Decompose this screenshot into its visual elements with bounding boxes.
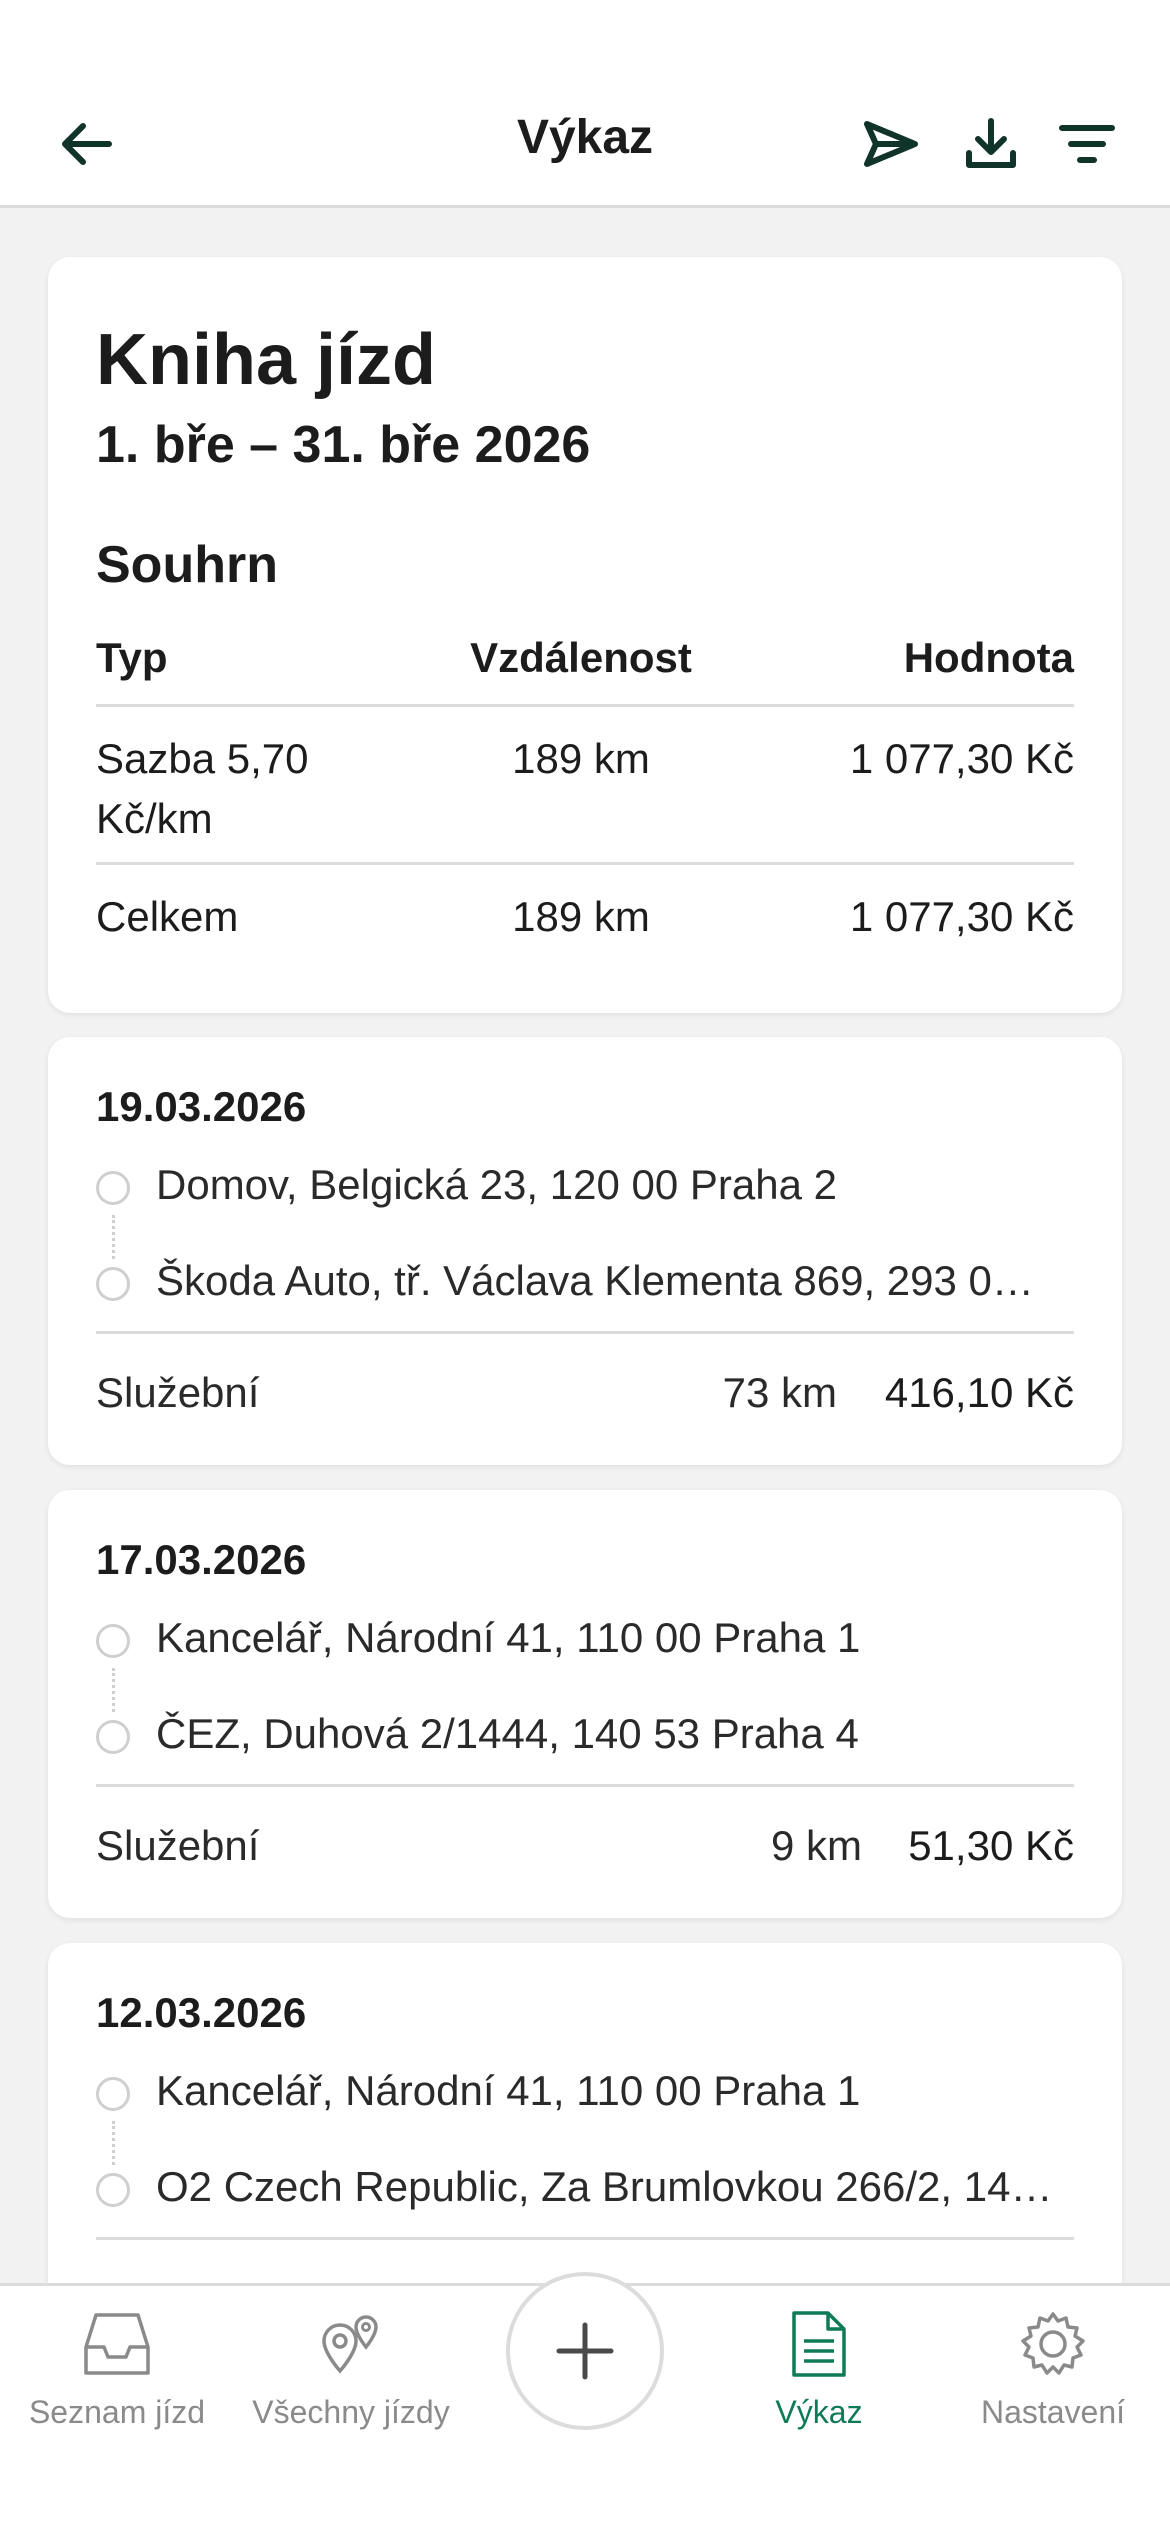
- origin-address: Kancelář, Národní 41, 110 00 Praha 1: [156, 2067, 861, 2114]
- trip-origin: Kancelář, Národní 41, 110 00 Praha 1: [96, 2059, 1056, 2123]
- nav-label: Nastavení: [980, 2394, 1126, 2430]
- column-header-type: Typ: [96, 634, 168, 681]
- origin-marker-icon: [96, 1171, 130, 1205]
- destination-address: O2 Czech Republic, Za Brumlovkou 266/2, …: [156, 2163, 1056, 2210]
- trip-distance: 9 km: [770, 1822, 862, 1869]
- map-pins-icon: [322, 2315, 378, 2374]
- summary-type-cell: Celkem: [96, 893, 239, 940]
- trip-date: 17.03.2026: [96, 1536, 307, 1583]
- nav-item-settings[interactable]: Nastavení: [936, 2304, 1170, 2444]
- divider: [96, 2237, 1074, 2240]
- download-icon: [966, 118, 1016, 168]
- inbox-tray-icon: [84, 2313, 150, 2375]
- origin-address: Kancelář, Národní 41, 110 00 Praha 1: [156, 1614, 861, 1661]
- trip-distance: 73 km: [722, 1369, 837, 1416]
- trip-destination: ČEZ, Duhová 2/1444, 140 53 Praha 4: [96, 1702, 1056, 1766]
- divider: [96, 1784, 1074, 1787]
- top-app-bar: Výkaz: [0, 80, 1170, 208]
- trip-kind: Služební: [96, 1822, 260, 1869]
- add-trip-button[interactable]: [506, 2272, 664, 2430]
- summary-value-cell: 1 077,30 Kč: [849, 893, 1074, 940]
- nav-label: Seznam jízd: [28, 2394, 206, 2430]
- nav-item-report[interactable]: Výkaz: [702, 2304, 936, 2444]
- bottom-navigation: Seznam jízd Všechny jízdy Výkaz Nastaven…: [0, 2272, 1170, 2532]
- nav-label: Výkaz: [775, 2394, 863, 2430]
- origin-marker-icon: [96, 2077, 130, 2111]
- trip-destination: Škoda Auto, tř. Václava Klementa 869, 29…: [96, 1249, 1056, 1313]
- trip-value: 51,30 Kč: [908, 1822, 1074, 1869]
- summary-row-total: Celkem 189 km 1 077,30 Kč: [96, 865, 1074, 965]
- summary-type-line: Kč/km: [96, 795, 213, 842]
- summary-table: Typ Vzdálenost Hodnota Sazba 5,70 Kč/km …: [96, 629, 1074, 965]
- send-button[interactable]: [856, 112, 926, 176]
- send-icon: [864, 121, 918, 167]
- nav-item-trip-list[interactable]: Seznam jízd: [0, 2304, 234, 2444]
- trip-card[interactable]: 19.03.2026 Domov, Belgická 23, 120 00 Pr…: [48, 1037, 1122, 1465]
- origin-address: Domov, Belgická 23, 120 00 Praha 2: [156, 1161, 837, 1208]
- destination-address: ČEZ, Duhová 2/1444, 140 53 Praha 4: [156, 1710, 859, 1757]
- trip-date: 12.03.2026: [96, 1989, 307, 2036]
- column-header-distance: Vzdálenost: [470, 634, 692, 681]
- filter-icon: [1059, 125, 1115, 163]
- gear-icon: [1021, 2312, 1085, 2375]
- status-bar-area: [0, 0, 1170, 80]
- plus-icon: [556, 2322, 614, 2380]
- nav-label: Všechny jízdy: [252, 2394, 450, 2430]
- download-button[interactable]: [956, 112, 1026, 176]
- report-content[interactable]: Kniha jízd 1. bře – 31. bře 2026 Souhrn …: [0, 211, 1170, 2283]
- trip-card[interactable]: 17.03.2026 Kancelář, Národní 41, 110 00 …: [48, 1490, 1122, 1918]
- trip-origin: Kancelář, Národní 41, 110 00 Praha 1: [96, 1606, 1056, 1670]
- destination-address: Škoda Auto, tř. Václava Klementa 869, 29…: [156, 1257, 1056, 1304]
- divider: [96, 1331, 1074, 1334]
- nav-item-all-trips[interactable]: Všechny jízdy: [234, 2304, 468, 2444]
- report-period: 1. bře – 31. bře 2026: [96, 416, 591, 474]
- report-title: Kniha jízd: [96, 320, 436, 400]
- summary-card: Kniha jízd 1. bře – 31. bře 2026 Souhrn …: [48, 257, 1122, 1013]
- destination-marker-icon: [96, 2173, 130, 2207]
- trip-kind: Služební: [96, 1369, 260, 1416]
- summary-table-header: Typ Vzdálenost Hodnota: [96, 629, 1074, 707]
- trip-date: 19.03.2026: [96, 1083, 307, 1130]
- trip-destination: O2 Czech Republic, Za Brumlovkou 266/2, …: [96, 2155, 1056, 2219]
- trip-footer: Služební 9 km 51,30 Kč: [96, 1816, 1074, 1876]
- destination-marker-icon: [96, 1720, 130, 1754]
- destination-marker-icon: [96, 1267, 130, 1301]
- trip-origin: Domov, Belgická 23, 120 00 Praha 2: [96, 1153, 1056, 1217]
- trip-value: 416,10 Kč: [884, 1369, 1074, 1416]
- trip-card[interactable]: 12.03.2026 Kancelář, Národní 41, 110 00 …: [48, 1943, 1122, 2283]
- trip-footer: Služební 73 km 416,10 Kč: [96, 1363, 1074, 1423]
- origin-marker-icon: [96, 1624, 130, 1658]
- document-icon: [792, 2311, 846, 2377]
- summary-distance-cell: 189 km: [512, 735, 650, 782]
- summary-type-cell: Sazba 5,70 Kč/km: [96, 729, 416, 862]
- column-header-value: Hodnota: [903, 634, 1074, 681]
- summary-row-rate: Sazba 5,70 Kč/km 189 km 1 077,30 Kč: [96, 707, 1074, 865]
- summary-type-line: Sazba 5,70: [96, 735, 309, 782]
- summary-heading: Souhrn: [96, 536, 278, 594]
- summary-distance-cell: 189 km: [512, 893, 650, 940]
- filter-button[interactable]: [1052, 112, 1122, 176]
- summary-value-cell: 1 077,30 Kč: [849, 735, 1074, 782]
